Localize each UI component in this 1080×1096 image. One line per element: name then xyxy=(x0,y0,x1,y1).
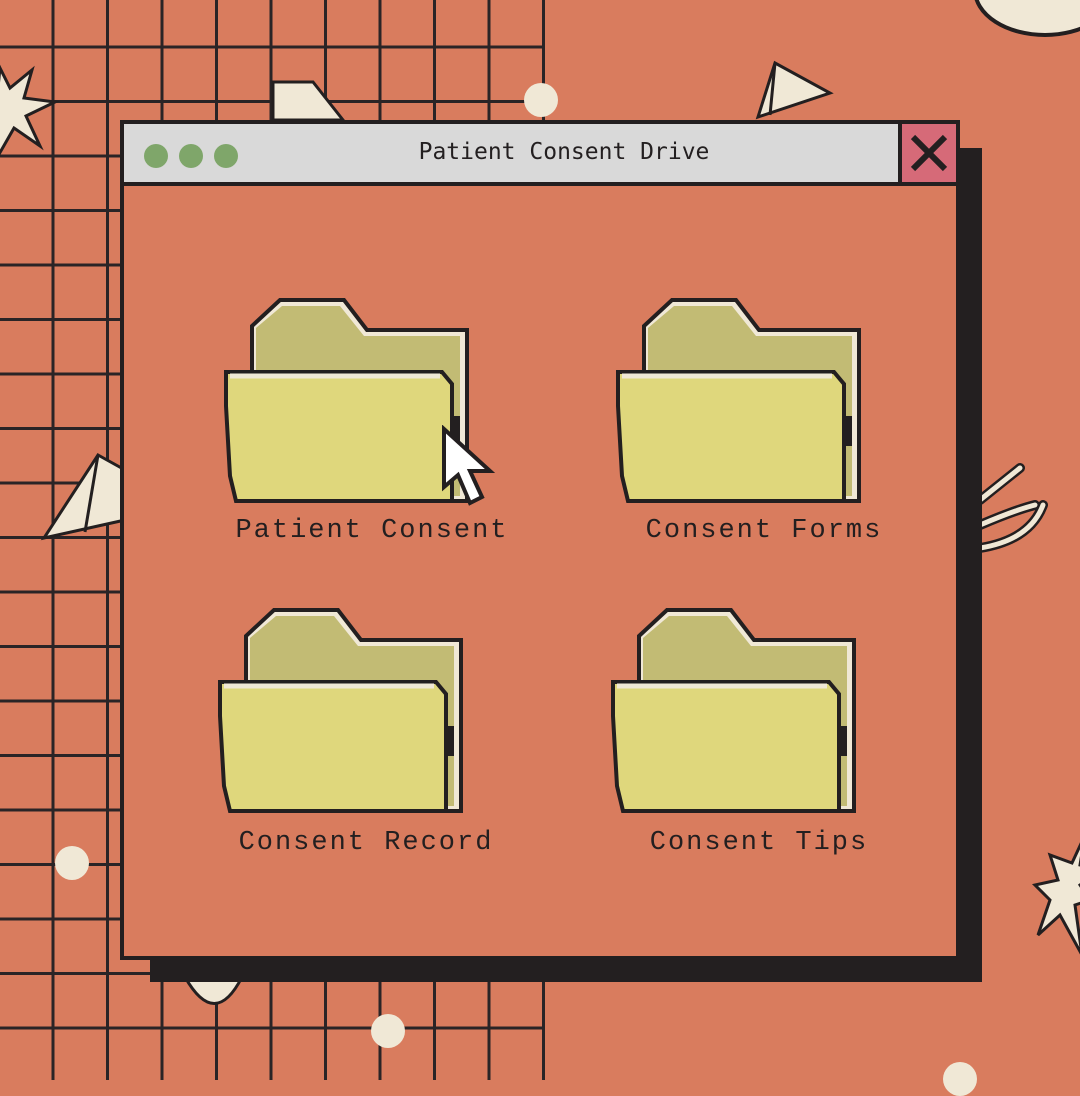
close-button[interactable] xyxy=(898,120,960,186)
starburst-top-left xyxy=(0,64,60,156)
cone-shape-top xyxy=(755,60,834,120)
dot-decoration xyxy=(55,846,89,880)
folder-icon xyxy=(218,608,463,813)
folder-label: Consent Tips xyxy=(649,828,869,858)
dot-decoration xyxy=(371,1014,405,1048)
folder-label: Patient Consent xyxy=(235,516,509,546)
file-window: Patient Consent Drive Patient Consent Co… xyxy=(120,120,960,960)
cone-shape-left xyxy=(40,453,127,541)
folder-icon xyxy=(611,608,856,813)
window-title: Patient Consent Drive xyxy=(418,139,710,165)
window-control-dot[interactable] xyxy=(214,144,238,168)
window-control-dot[interactable] xyxy=(179,144,203,168)
folder-consent-forms[interactable]: Consent Forms xyxy=(614,296,914,556)
folder-consent-record[interactable]: Consent Record xyxy=(216,606,516,866)
folder-label: Consent Forms xyxy=(645,516,883,546)
title-bar[interactable]: Patient Consent Drive xyxy=(124,120,960,186)
folder-consent-tips[interactable]: Consent Tips xyxy=(609,606,909,866)
starburst-bottom-right xyxy=(1031,842,1080,955)
dot-decoration xyxy=(524,83,558,117)
blob-top-right xyxy=(974,0,1080,37)
window-controls xyxy=(144,144,238,168)
squiggle-right xyxy=(975,463,1048,553)
dot-decoration xyxy=(943,1062,977,1096)
folder-label: Consent Record xyxy=(238,828,494,858)
folder-icon xyxy=(224,298,469,503)
window-control-dot[interactable] xyxy=(144,144,168,168)
close-icon xyxy=(910,134,948,172)
block-shape-top xyxy=(271,80,347,122)
folder-icon xyxy=(616,298,861,503)
mouse-pointer-icon xyxy=(442,425,496,506)
